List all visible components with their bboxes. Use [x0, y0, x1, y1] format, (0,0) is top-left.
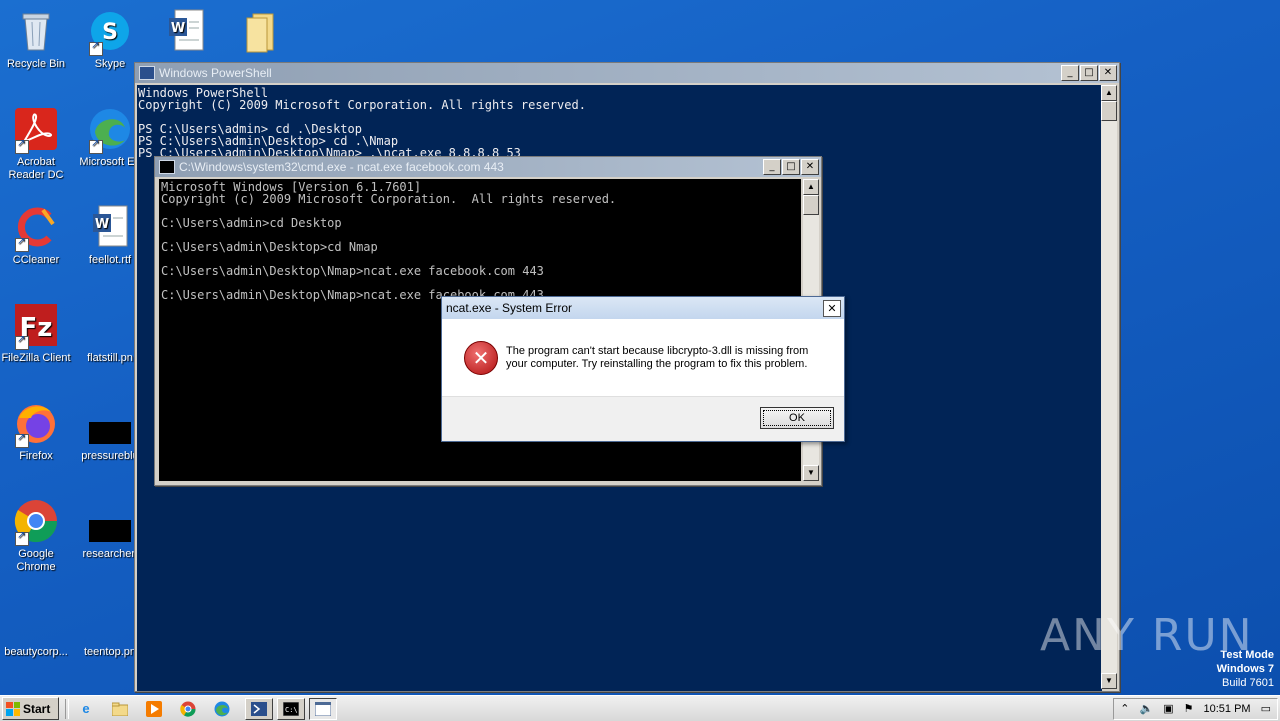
error-dialog[interactable]: ncat.exe - System Error ✕ ✕ The program …: [441, 296, 845, 442]
show-hidden-icons-icon[interactable]: ⌃: [1120, 702, 1129, 715]
desktop: Recycle Bin S Skype W Acrobat Reader DC …: [0, 0, 1280, 695]
skype-icon: S: [87, 8, 133, 56]
firefox-icon: [13, 400, 59, 448]
dialog-titlebar[interactable]: ncat.exe - System Error ✕: [442, 297, 844, 319]
close-button[interactable]: ✕: [1099, 65, 1117, 81]
powershell-icon: [139, 66, 155, 80]
desktop-icon-chrome[interactable]: Google Chrome: [0, 498, 72, 574]
cmd-icon: [159, 160, 175, 174]
network-icon[interactable]: ▣: [1163, 702, 1173, 715]
desktop-icon-firefox[interactable]: Firefox: [0, 400, 72, 463]
powershell-title: Windows PowerShell: [159, 66, 272, 80]
edge-icon: [87, 106, 133, 154]
svg-text:W: W: [171, 21, 185, 36]
scroll-up-arrow-icon[interactable]: ▲: [1101, 85, 1117, 101]
start-button[interactable]: Start: [2, 697, 59, 720]
scroll-thumb[interactable]: [803, 195, 819, 215]
desktop-icon-label: Acrobat Reader DC: [8, 156, 64, 181]
action-center-flag-icon[interactable]: ⚑: [1184, 702, 1194, 715]
powershell-scrollbar[interactable]: ▲ ▼: [1101, 85, 1117, 689]
desktop-icon-filezilla[interactable]: Fz FileZilla Client: [0, 302, 72, 365]
volume-icon[interactable]: 🔈: [1140, 702, 1154, 715]
desktop-icon-beautycorp[interactable]: beautycorp...: [0, 596, 72, 659]
edge-taskbar-icon[interactable]: [211, 699, 233, 719]
ccleaner-icon: [13, 204, 59, 252]
internet-explorer-icon[interactable]: e: [75, 699, 97, 719]
build-line: Build 7601: [1222, 677, 1274, 689]
desktop-icon-folder[interactable]: [222, 8, 294, 58]
image-file-icon: [87, 498, 133, 544]
word-document-icon: W: [87, 204, 133, 250]
scroll-thumb[interactable]: [1101, 101, 1117, 121]
image-file-icon: [87, 596, 133, 642]
dialog-body: ✕ The program can't start because libcry…: [442, 319, 844, 397]
cmd-titlebar[interactable]: C:\Windows\system32\cmd.exe - ncat.exe f…: [155, 157, 821, 177]
error-icon: ✕: [464, 341, 498, 375]
test-mode-line: Test Mode: [1220, 649, 1274, 661]
word-document-icon: W: [163, 8, 209, 54]
folder-icon: [235, 8, 281, 54]
image-file-icon: [13, 596, 59, 642]
desktop-icon-recycle-bin[interactable]: Recycle Bin: [0, 8, 72, 71]
recycle-bin-icon: [13, 8, 59, 54]
desktop-icon-label: beautycorp...: [4, 646, 68, 658]
chrome-taskbar-icon[interactable]: [177, 699, 199, 719]
desktop-icon-word-doc[interactable]: W: [150, 8, 222, 58]
scroll-down-arrow-icon[interactable]: ▼: [803, 465, 819, 481]
desktop-icon-label: Recycle Bin: [6, 58, 66, 70]
close-button[interactable]: ✕: [801, 159, 819, 175]
image-file-icon: [87, 302, 133, 348]
start-label: Start: [23, 701, 51, 716]
ok-button[interactable]: OK: [760, 407, 834, 429]
desktop-icon-label: Google Chrome: [16, 548, 56, 573]
svg-text:W: W: [95, 217, 109, 232]
dialog-message: The program can't start because libcrypt…: [506, 345, 809, 370]
windows-logo-icon: [6, 701, 20, 716]
desktop-icon-label: Firefox: [19, 450, 53, 462]
desktop-icon-ccleaner[interactable]: CCleaner: [0, 204, 72, 267]
desktop-icon-label: CCleaner: [12, 254, 60, 266]
taskbar: Start e C:\ ⌃ 🔈 ▣ ⚑ 10:51 PM ▭: [0, 695, 1280, 721]
test-mode-notice: Test Mode Windows 7 Build 7601: [1217, 648, 1274, 690]
chrome-icon: [13, 498, 59, 546]
explorer-folder-icon[interactable]: [109, 699, 131, 719]
show-desktop-icon[interactable]: ▭: [1261, 702, 1271, 715]
powershell-titlebar[interactable]: Windows PowerShell _ □ ✕: [135, 63, 1119, 83]
image-file-icon: [87, 400, 133, 446]
taskbar-error-dialog-button[interactable]: [309, 697, 337, 720]
taskbar-separator: [65, 698, 69, 719]
dialog-footer: OK: [442, 396, 844, 441]
maximize-button[interactable]: □: [782, 159, 800, 175]
filezilla-icon: Fz: [13, 302, 59, 350]
media-player-icon[interactable]: [143, 699, 165, 719]
desktop-icon-label: FileZilla Client: [1, 352, 71, 364]
taskbar-cmd-button[interactable]: C:\: [277, 697, 305, 720]
minimize-button[interactable]: _: [763, 159, 781, 175]
svg-text:C:\: C:\: [285, 706, 298, 714]
taskbar-powershell-button[interactable]: [245, 697, 273, 720]
dialog-close-button[interactable]: ✕: [823, 299, 841, 317]
minimize-button[interactable]: _: [1061, 65, 1079, 81]
dialog-title: ncat.exe - System Error: [446, 301, 573, 315]
scroll-down-arrow-icon[interactable]: ▼: [1101, 673, 1117, 689]
system-tray: ⌃ 🔈 ▣ ⚑ 10:51 PM ▭: [1113, 697, 1278, 720]
windows-version-line: Windows 7: [1216, 663, 1274, 675]
acrobat-icon: [13, 106, 59, 154]
cmd-title: C:\Windows\system32\cmd.exe - ncat.exe f…: [179, 160, 504, 174]
scroll-up-arrow-icon[interactable]: ▲: [803, 179, 819, 195]
clock[interactable]: 10:51 PM: [1204, 703, 1251, 715]
desktop-icon-acrobat[interactable]: Acrobat Reader DC: [0, 106, 72, 182]
svg-text:S: S: [102, 20, 118, 45]
maximize-button[interactable]: □: [1080, 65, 1098, 81]
